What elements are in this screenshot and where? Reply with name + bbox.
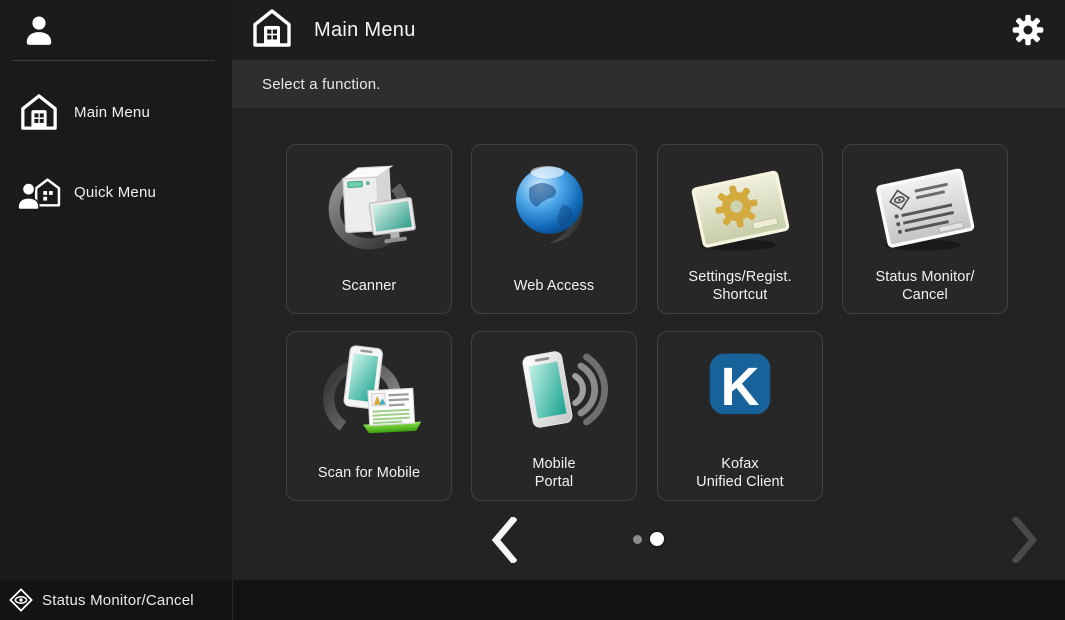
scan-for-mobile-icon [313,338,425,450]
status-monitor-button[interactable]: Status Monitor/Cancel [8,580,194,620]
tile-label: Mobile Portal [476,452,632,494]
tile-scan-for-mobile[interactable]: Scan for Mobile [286,331,452,501]
svg-text:K: K [721,357,760,417]
tile-web-access[interactable]: Web Access [471,144,637,314]
page-title: Main Menu [314,19,416,42]
sidebar-item-quick-menu[interactable]: Quick Menu [0,166,232,218]
sidebar-divider [12,60,215,61]
footer-divider [232,580,233,620]
tile-scanner[interactable]: Scanner [286,144,452,314]
main-content: Scanner Web Acce [232,108,1065,580]
tile-label: Status Monitor/ Cancel [847,265,1003,307]
person-icon [22,13,56,47]
sidebar-item-label: Main Menu [74,104,150,121]
gear-icon [1010,12,1046,48]
tile-mobile-portal[interactable]: Mobile Portal [471,331,637,501]
tile-label: Scan for Mobile [291,452,447,494]
tile-label: Kofax Unified Client [662,452,818,494]
header: Main Menu [232,0,1065,60]
status-monitor-card-icon [869,151,981,263]
sidebar: Main Menu Quick Menu [0,0,232,580]
page-dot-1[interactable] [633,535,642,544]
kofax-icon: K [684,338,796,450]
settings-shortcut-icon [684,151,796,263]
tile-label: Web Access [476,265,632,307]
tile-settings-regist-shortcut[interactable]: Settings/Regist. Shortcut [657,144,823,314]
tile-kofax-unified-client[interactable]: K Kofax Unified Client [657,331,823,501]
status-monitor-icon [8,587,34,613]
home-icon [14,93,64,131]
settings-button[interactable] [1009,11,1047,49]
page-dot-2[interactable] [650,532,664,546]
tile-label: Settings/Regist. Shortcut [662,265,818,307]
tile-status-monitor-cancel[interactable]: Status Monitor/ Cancel [842,144,1008,314]
web-access-icon [498,151,610,263]
quick-menu-icon [14,173,64,211]
sidebar-item-main-menu[interactable]: Main Menu [0,86,232,138]
footer-bar: Status Monitor/Cancel [0,580,1065,620]
scanner-icon [313,151,425,263]
home-icon [252,8,292,53]
instruction-text: Select a function. [262,76,381,93]
tile-label: Scanner [291,265,447,307]
mobile-portal-icon [498,338,610,450]
page-indicator [232,532,1065,546]
user-login-button[interactable] [0,0,232,60]
instruction-band: Select a function. [232,60,1065,108]
status-monitor-label: Status Monitor/Cancel [42,592,194,609]
sidebar-item-label: Quick Menu [74,184,156,201]
